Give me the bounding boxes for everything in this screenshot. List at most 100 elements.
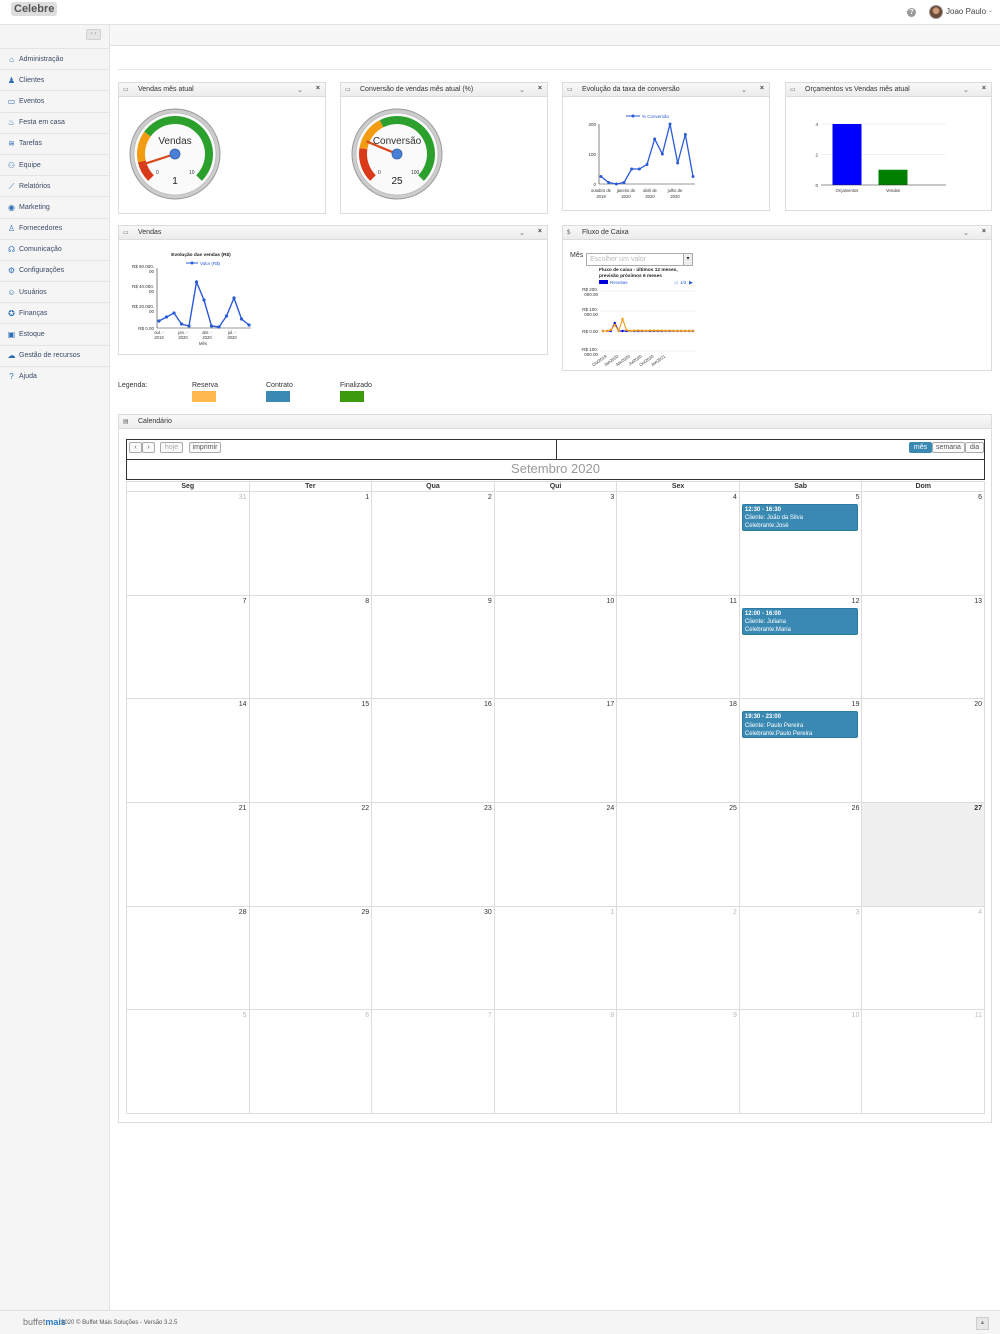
sidebar-item-estoque[interactable]: ▣ Estoque	[0, 323, 110, 344]
widget-header[interactable]: ▭ Vendas mês atual ⌄ ×	[119, 83, 325, 97]
calendar-day-cell[interactable]: 6	[249, 1010, 373, 1115]
close-icon[interactable]: ×	[982, 228, 986, 235]
chevron-down-icon[interactable]: ⌄	[988, 7, 993, 14]
print-button[interactable]: imprimir	[189, 442, 221, 453]
today-button[interactable]: hoje	[160, 442, 183, 453]
sidebar-item-ajuda[interactable]: ? Ajuda	[0, 365, 110, 387]
widget-header[interactable]: ▭ Orçamentos vs Vendas mês atual ⌄ ×	[786, 83, 991, 97]
calendar-day-cell[interactable]: 20	[862, 699, 986, 804]
calendar-day-cell[interactable]: 9	[372, 595, 495, 700]
close-icon[interactable]: ×	[538, 85, 542, 92]
calendar-day-cell[interactable]: 17	[494, 699, 618, 804]
calendar-day-cell[interactable]: 16	[372, 699, 495, 804]
sidebar-item-festa-em-casa[interactable]: ♨ Festa em casa	[0, 111, 110, 133]
sidebar-item-gest-o-de-recursos[interactable]: ☁ Gestão de recursos	[0, 344, 110, 366]
calendar-day-cell[interactable]: 19 19:30 - 23:00 Cliente: Paulo Pereira Cel…	[739, 699, 863, 804]
user-name[interactable]: Joao Paulo	[946, 7, 986, 16]
sidebar-item-equipe[interactable]: ⚇ Equipe	[0, 153, 110, 175]
calendar-day-cell[interactable]: 2	[372, 492, 495, 596]
day-view-button[interactable]: dia	[965, 442, 984, 453]
calendar-day-cell[interactable]: 1	[249, 492, 373, 596]
sidebar-item-marketing[interactable]: ◉ Marketing	[0, 196, 110, 217]
calendar-day-cell[interactable]: 7	[372, 1010, 495, 1115]
calendar-day-cell[interactable]: 1	[494, 906, 618, 1011]
sidebar-item-usu-rios[interactable]: ☺ Usuários	[0, 281, 110, 302]
calendar-day-cell[interactable]: 10	[494, 595, 618, 700]
scroll-top-button[interactable]: ▲	[976, 1317, 989, 1330]
calendar-day-cell[interactable]: 30	[372, 906, 495, 1011]
calendar-day-cell[interactable]: 25	[617, 803, 740, 907]
calendar-day-cell[interactable]: 13	[862, 595, 986, 700]
calendar-day-cell[interactable]: 24	[494, 803, 618, 907]
close-icon[interactable]: ×	[316, 85, 320, 92]
day-number: 3	[610, 494, 615, 501]
calendar-day-cell[interactable]: 4	[617, 492, 740, 596]
dollar-icon: $	[567, 229, 571, 236]
sidebar-item-finan-as[interactable]: ✪ Finanças	[0, 302, 110, 323]
sidebar-item-administra-o[interactable]: ⌂ Administração	[0, 48, 110, 69]
calendar-event[interactable]: 12:30 - 16:30 Cliente: João da Silva Celeb…	[741, 504, 859, 531]
widget-header[interactable]: ▭ Evolução da taxa de conversão ⌄ ×	[563, 83, 769, 97]
month-view-button[interactable]: mês	[909, 442, 932, 453]
sidebar-item-relat-rios[interactable]: ⟋ Relatórios	[0, 175, 110, 196]
calendar-day-cell[interactable]: 26	[739, 803, 863, 907]
calendar-day-cell[interactable]: 14	[126, 699, 250, 804]
sidebar-item-fornecedores[interactable]: ♙ Fornecedores	[0, 217, 110, 239]
calendar-day-cell[interactable]: 3	[494, 492, 618, 596]
calendar-day-cell[interactable]: 8	[494, 1010, 618, 1115]
week-view-button[interactable]: semana	[932, 442, 965, 453]
sidebar-toggle-button[interactable]: ‹ ›	[86, 29, 101, 40]
chevron-down-icon[interactable]: ⌄	[519, 86, 525, 94]
calendar-day-cell[interactable]: 31	[126, 492, 250, 596]
sidebar-item-tarefas[interactable]: ≋ Tarefas	[0, 132, 110, 154]
close-icon[interactable]: ×	[538, 228, 542, 235]
sidebar-item-configura-es[interactable]: ⚙ Configurações	[0, 259, 110, 281]
calendar-event[interactable]: 19:30 - 23:00 Cliente: Paulo Pereira Celeb…	[741, 711, 859, 739]
calendar-day-cell[interactable]: 2	[617, 906, 740, 1011]
chevron-down-icon[interactable]: ⌄	[963, 229, 969, 237]
calendar-day-cell[interactable]: 23	[372, 803, 495, 907]
widget-header[interactable]: $ Fluxo de Caixa ⌄ ×	[563, 226, 991, 240]
sidebar-item-eventos[interactable]: ▭ Eventos	[0, 90, 110, 111]
calendar-day-cell[interactable]: 6	[862, 492, 986, 596]
help-icon[interactable]: ?	[907, 8, 916, 17]
chevron-down-icon[interactable]: ⌄	[741, 86, 747, 94]
close-icon[interactable]: ×	[760, 85, 764, 92]
widget-header[interactable]: ▭ Conversão de vendas mês atual (%) ⌄ ×	[341, 83, 547, 97]
data-point	[609, 328, 613, 332]
calendar-day-cell[interactable]: 22	[249, 803, 373, 907]
calendar-day-cell[interactable]: 4	[862, 906, 986, 1011]
calendar-day-cell[interactable]: 28	[126, 906, 250, 1011]
month-select[interactable]: Escolher um valor ▾	[586, 253, 693, 266]
next-month-button[interactable]: ›	[142, 442, 155, 453]
chevron-down-icon[interactable]: ⌄	[963, 86, 969, 94]
sidebar-item-comunica-o[interactable]: ☊ Comunicação	[0, 238, 110, 260]
calendar-day-cell[interactable]: 12 12:00 - 16:00 Cliente: Juliana Celebrant…	[739, 595, 863, 700]
calendar-day-cell[interactable]: 29	[249, 906, 373, 1011]
app-logo[interactable]: Celebre	[11, 2, 58, 16]
avatar[interactable]	[929, 5, 943, 19]
chevron-down-icon[interactable]: ▾	[683, 254, 692, 265]
close-icon[interactable]: ×	[982, 85, 986, 92]
sidebar-item-clientes[interactable]: ♟ Clientes	[0, 69, 110, 90]
calendar-day-cell[interactable]: 7	[126, 595, 250, 700]
calendar-day-cell[interactable]: 11	[862, 1010, 986, 1115]
calendar-day-cell[interactable]: 5	[126, 1010, 250, 1115]
prev-month-button[interactable]: ‹	[129, 442, 142, 453]
chevron-down-icon[interactable]: ⌄	[297, 86, 303, 94]
calendar-day-cell[interactable]: 9	[617, 1010, 740, 1115]
pager-prev: ◁	[674, 280, 678, 285]
calendar-day-cell[interactable]: 5 12:30 - 16:30 Cliente: João da Silva Cele…	[739, 492, 863, 596]
calendar-day-cell[interactable]: 11	[617, 595, 740, 700]
chevron-down-icon[interactable]: ⌄	[519, 229, 525, 237]
calendar-day-cell[interactable]: 27	[862, 803, 986, 907]
widget-header[interactable]: ▭ Vendas ⌄ ×	[119, 226, 547, 240]
calendar-day-cell[interactable]: 10	[739, 1010, 863, 1115]
calendar-day-cell[interactable]: 21	[126, 803, 250, 907]
data-point	[622, 181, 626, 184]
calendar-day-cell[interactable]: 15	[249, 699, 373, 804]
calendar-day-cell[interactable]: 3	[739, 906, 863, 1011]
calendar-day-cell[interactable]: 18	[617, 699, 740, 804]
calendar-day-cell[interactable]: 8	[249, 595, 373, 700]
calendar-event[interactable]: 12:00 - 16:00 Cliente: Juliana Celebrante:…	[741, 607, 859, 635]
